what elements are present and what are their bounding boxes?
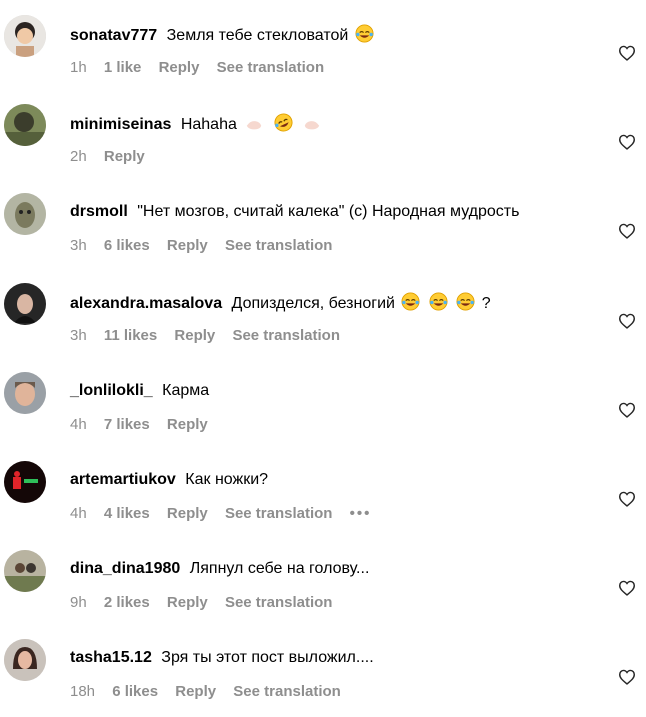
comment-time: 3h bbox=[70, 237, 87, 254]
comment-text: Карма bbox=[162, 382, 210, 399]
rolling-on-floor-laughing-icon bbox=[274, 113, 293, 132]
comment-item: dina_dina1980 Ляпнул себе на голову... 9… bbox=[0, 548, 646, 628]
comment-meta: 1h 1 like Reply See translation bbox=[70, 59, 337, 77]
username[interactable]: alexandra.masalova bbox=[70, 295, 222, 312]
comment-text: Земля тебе стекловатой bbox=[166, 27, 349, 44]
avatar[interactable] bbox=[4, 550, 46, 592]
likes-count[interactable]: 6 likes bbox=[104, 237, 150, 254]
comment-time: 18h bbox=[70, 683, 96, 700]
comment-line: minimiseinas Hahaha bbox=[70, 113, 325, 135]
avatar[interactable] bbox=[4, 104, 46, 146]
heart-outline-icon[interactable] bbox=[618, 402, 636, 418]
waving-hand-icon bbox=[303, 115, 321, 131]
comment-time: 3h bbox=[70, 327, 87, 344]
face-with-tears-of-joy-icon bbox=[355, 24, 374, 43]
comment-item: _lonlilokli_ Карма 4h 7 likes Reply bbox=[0, 370, 646, 450]
likes-count[interactable]: 1 like bbox=[104, 59, 142, 76]
see-translation-link[interactable]: See translation bbox=[225, 505, 333, 522]
heart-outline-icon[interactable] bbox=[618, 45, 636, 61]
comment-meta: 2h Reply bbox=[70, 148, 158, 166]
reply-button[interactable]: Reply bbox=[175, 683, 216, 700]
comment-time: 2h bbox=[70, 148, 87, 165]
comment-line: tasha15.12 Зря ты этот пост выложил.... bbox=[70, 648, 374, 668]
comment-time: 4h bbox=[70, 416, 87, 433]
comment-meta: 3h 11 likes Reply See translation bbox=[70, 327, 353, 345]
heart-outline-icon[interactable] bbox=[618, 313, 636, 329]
comment-line: drsmoll "Нет мозгов, считай калека" (с) … bbox=[70, 202, 519, 222]
comment-item: drsmoll "Нет мозгов, считай калека" (с) … bbox=[0, 191, 646, 271]
comment-time: 9h bbox=[70, 594, 87, 611]
see-translation-link[interactable]: See translation bbox=[225, 594, 333, 611]
reply-button[interactable]: Reply bbox=[167, 416, 208, 433]
avatar[interactable] bbox=[4, 372, 46, 414]
comment-text: Как ножки? bbox=[185, 471, 269, 488]
comment-list: sonatav777 Земля тебе стекловатой 1h 1 l… bbox=[0, 0, 646, 713]
face-with-tears-of-joy-icon bbox=[456, 292, 475, 311]
likes-count[interactable]: 2 likes bbox=[104, 594, 150, 611]
comment-text: Зря ты этот пост выложил.... bbox=[161, 649, 374, 666]
heart-outline-icon[interactable] bbox=[618, 491, 636, 507]
comment-meta: 4h 4 likes Reply See translation ••• bbox=[70, 505, 384, 523]
comment-item: alexandra.masalova Допизделся, безногий … bbox=[0, 281, 646, 361]
reply-button[interactable]: Reply bbox=[174, 327, 215, 344]
comment-time: 4h bbox=[70, 505, 87, 522]
username[interactable]: tasha15.12 bbox=[70, 649, 152, 666]
more-options-icon[interactable]: ••• bbox=[350, 505, 372, 522]
likes-count[interactable]: 7 likes bbox=[104, 416, 150, 433]
comment-line: alexandra.masalova Допизделся, безногий … bbox=[70, 292, 491, 314]
comment-meta: 9h 2 likes Reply See translation bbox=[70, 594, 345, 612]
see-translation-link[interactable]: See translation bbox=[217, 59, 325, 76]
see-translation-link[interactable]: See translation bbox=[225, 237, 333, 254]
username[interactable]: artemartiukov bbox=[70, 471, 176, 488]
comment-item: tasha15.12 Зря ты этот пост выложил.... … bbox=[0, 637, 646, 717]
reply-button[interactable]: Reply bbox=[104, 148, 145, 165]
heart-outline-icon[interactable] bbox=[618, 580, 636, 596]
comment-text: Допизделся, безногий bbox=[231, 295, 395, 312]
username[interactable]: drsmoll bbox=[70, 203, 128, 220]
comment-text: Hahaha bbox=[180, 116, 237, 133]
see-translation-link[interactable]: See translation bbox=[233, 683, 341, 700]
avatar[interactable] bbox=[4, 639, 46, 681]
reply-button[interactable]: Reply bbox=[167, 594, 208, 611]
comment-meta: 3h 6 likes Reply See translation bbox=[70, 237, 345, 255]
likes-count[interactable]: 4 likes bbox=[104, 505, 150, 522]
username[interactable]: dina_dina1980 bbox=[70, 560, 180, 577]
comment-line: artemartiukov Как ножки? bbox=[70, 470, 268, 490]
avatar[interactable] bbox=[4, 461, 46, 503]
waving-hand-icon bbox=[245, 115, 263, 131]
reply-button[interactable]: Reply bbox=[167, 505, 208, 522]
comment-text-suffix: ? bbox=[481, 295, 491, 312]
likes-count[interactable]: 6 likes bbox=[112, 683, 158, 700]
see-translation-link[interactable]: See translation bbox=[232, 327, 340, 344]
heart-outline-icon[interactable] bbox=[618, 669, 636, 685]
likes-count[interactable]: 11 likes bbox=[104, 327, 157, 344]
comment-item: artemartiukov Как ножки? 4h 4 likes Repl… bbox=[0, 459, 646, 539]
reply-button[interactable]: Reply bbox=[159, 59, 200, 76]
comment-text: "Нет мозгов, считай калека" (с) Народная… bbox=[137, 203, 520, 220]
comment-time: 1h bbox=[70, 59, 87, 76]
reply-button[interactable]: Reply bbox=[167, 237, 208, 254]
comment-text: Ляпнул себе на голову... bbox=[189, 560, 370, 577]
face-with-tears-of-joy-icon bbox=[429, 292, 448, 311]
username[interactable]: minimiseinas bbox=[70, 116, 171, 133]
avatar[interactable] bbox=[4, 15, 46, 57]
comment-item: minimiseinas Hahaha 2h Reply bbox=[0, 102, 646, 182]
comment-line: sonatav777 Земля тебе стекловатой bbox=[70, 24, 376, 46]
avatar[interactable] bbox=[4, 283, 46, 325]
comment-item: sonatav777 Земля тебе стекловатой 1h 1 l… bbox=[0, 13, 646, 93]
heart-outline-icon[interactable] bbox=[618, 134, 636, 150]
avatar[interactable] bbox=[4, 193, 46, 235]
comment-meta: 4h 7 likes Reply bbox=[70, 416, 221, 434]
username[interactable]: _lonlilokli_ bbox=[70, 382, 153, 399]
comment-line: _lonlilokli_ Карма bbox=[70, 381, 209, 401]
heart-outline-icon[interactable] bbox=[618, 223, 636, 239]
face-with-tears-of-joy-icon bbox=[401, 292, 420, 311]
username[interactable]: sonatav777 bbox=[70, 27, 157, 44]
comment-line: dina_dina1980 Ляпнул себе на голову... bbox=[70, 559, 369, 579]
comment-meta: 18h 6 likes Reply See translation bbox=[70, 683, 354, 701]
